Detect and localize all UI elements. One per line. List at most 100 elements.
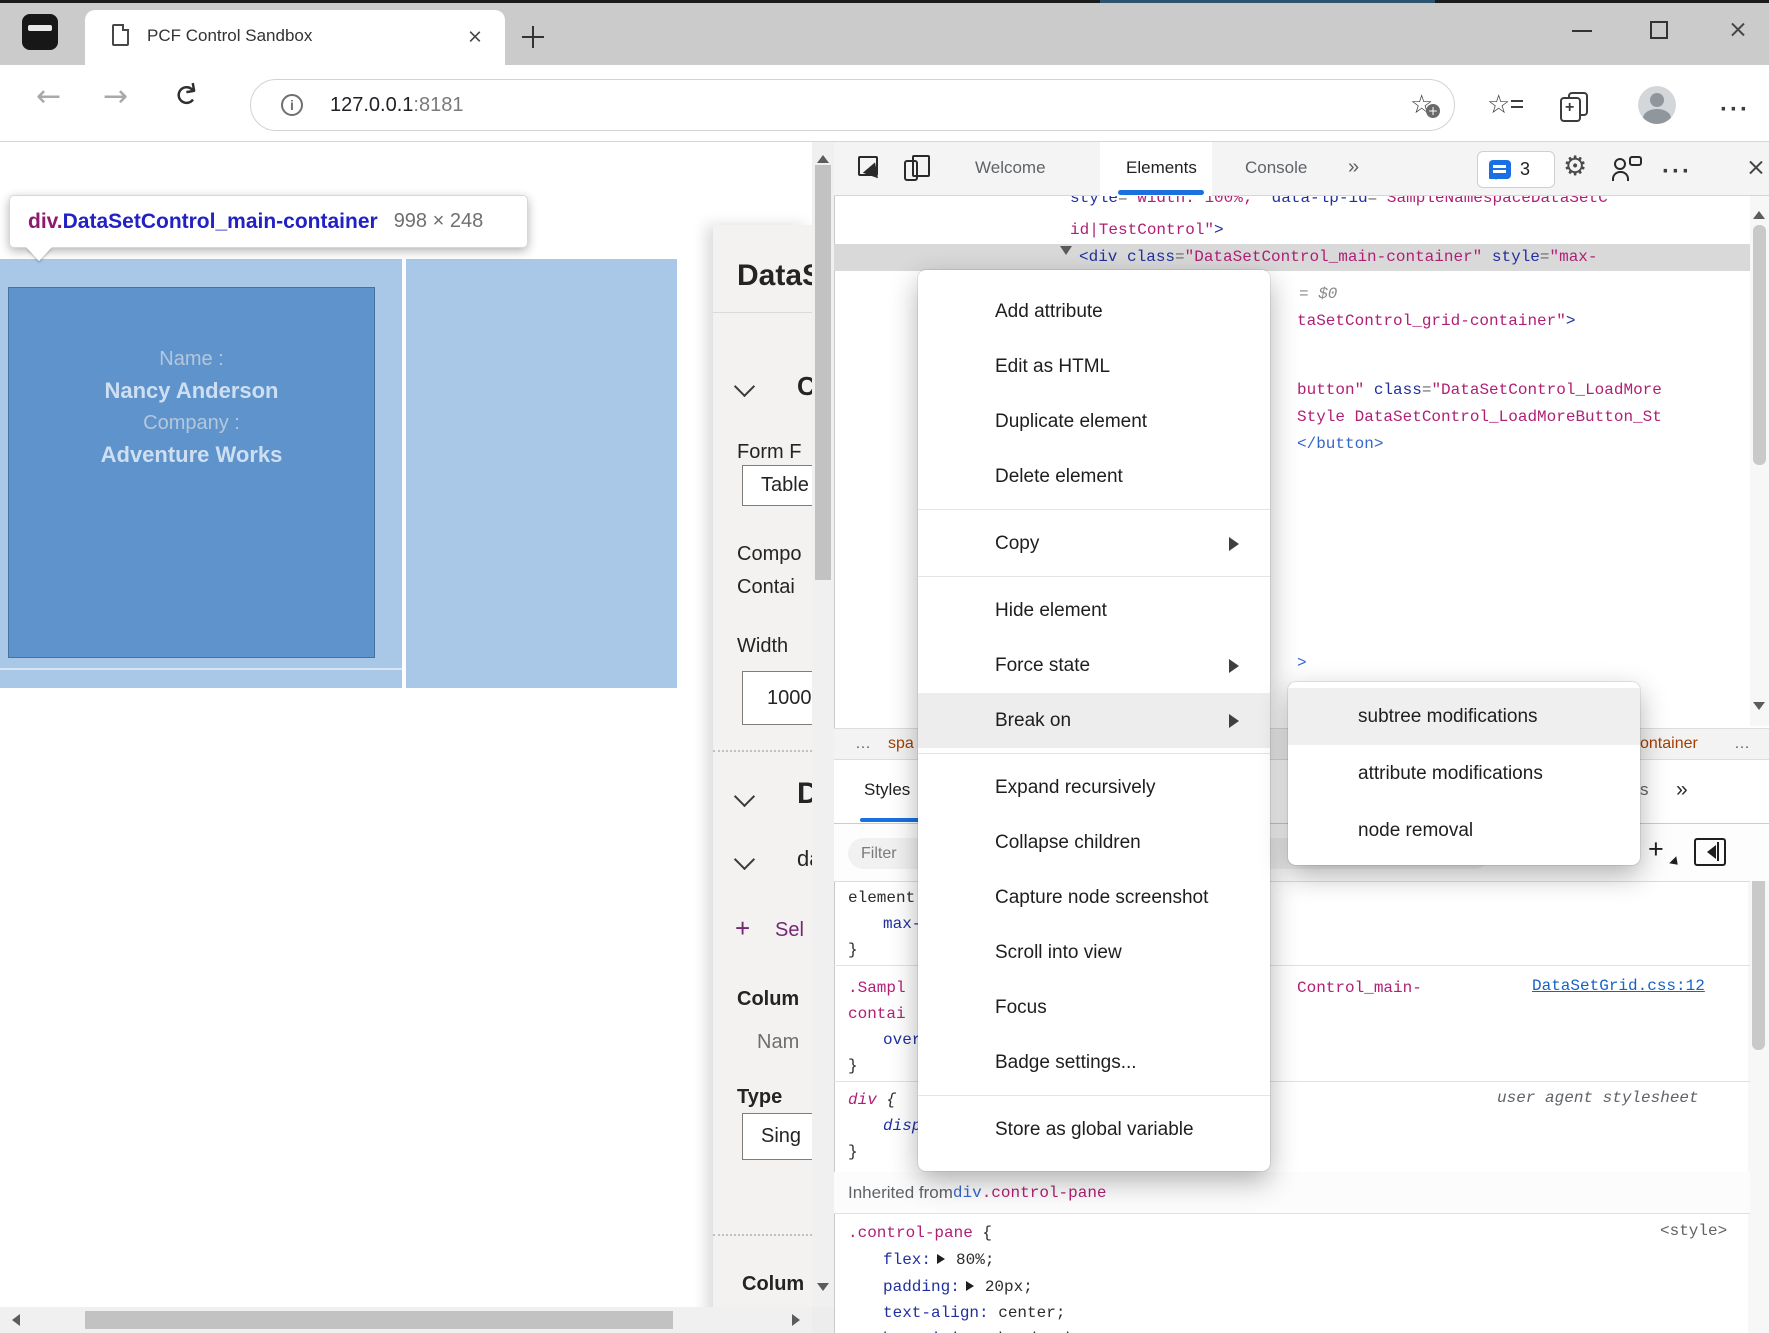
code-line[interactable]: id|TestControl"> [1070,217,1224,244]
forward-button[interactable]: → [103,82,128,112]
new-tab-button[interactable] [522,26,544,48]
chevron-down-icon[interactable] [734,376,755,397]
settings-gear-icon[interactable]: ⚙ [1563,153,1587,180]
tab-styles[interactable]: Styles [864,780,910,800]
control-pane-selector[interactable]: .control-pane { [848,1220,992,1247]
breadcrumb-item-right[interactable]: ontainer [1640,735,1698,753]
chevron-down-icon[interactable] [734,786,755,807]
form-factor-select[interactable]: Table [742,465,812,506]
add-icon[interactable]: + [735,913,750,944]
code-line[interactable]: Style DataSetControl_LoadMoreButton_St [1297,404,1662,431]
add-favorite-icon[interactable]: ☆+ [1410,92,1433,118]
css-property[interactable]: disp [883,1113,921,1140]
back-button[interactable]: ← [36,82,61,112]
element-style-rule[interactable]: element [848,885,915,912]
code-line[interactable]: taSetControl_grid-container"> [1297,308,1575,335]
scroll-left-arrow[interactable] [6,1314,20,1326]
tab-overflow-fragment[interactable]: s [1640,780,1649,800]
menu-item-delete-element[interactable]: Delete element [918,449,1270,504]
menu-item-node-removal[interactable]: node removal [1288,802,1640,859]
elements-scroll-up[interactable] [1753,205,1765,219]
css-declaration-text-align[interactable]: text-align: center; [883,1300,1065,1327]
devtools-menu-icon[interactable]: ··· [1662,158,1692,186]
scroll-right-arrow[interactable] [792,1314,806,1326]
menu-item-capture-node-screenshot[interactable]: Capture node screenshot [918,870,1270,925]
css-selector-fragment[interactable]: contai [848,1001,906,1028]
code-line[interactable]: > [1297,650,1307,677]
menu-item-scroll-into-view[interactable]: Scroll into view [918,925,1270,980]
device-toolbar-icon[interactable] [904,155,932,181]
menu-item-focus[interactable]: Focus [918,980,1270,1035]
menu-item-badge-settings[interactable]: Badge settings... [918,1035,1270,1090]
elements-scroll-down[interactable] [1753,702,1765,716]
new-style-rule-button[interactable]: + [1648,836,1664,863]
scroll-up-arrow[interactable] [817,149,829,163]
menu-item-add-attribute[interactable]: Add attribute [918,284,1270,339]
inherited-tag[interactable]: div [953,1184,982,1202]
menu-item-attribute-modifications[interactable]: attribute modifications [1288,745,1640,802]
horizontal-scroll-thumb[interactable] [85,1311,673,1329]
favorites-hub-icon[interactable]: ☆ [1487,92,1510,118]
css-selector-fragment-right[interactable]: Control_main- [1297,975,1422,1002]
browser-logo-icon[interactable] [22,14,58,50]
css-selector-fragment[interactable]: .Sampl [848,975,906,1002]
styles-more-tabs-icon[interactable]: » [1676,778,1688,802]
tab-console[interactable]: Console [1245,158,1307,178]
tab-welcome[interactable]: Welcome [975,158,1046,178]
window-maximize-button[interactable] [1650,21,1668,39]
profile-avatar[interactable] [1638,86,1676,124]
scroll-down-arrow[interactable] [817,1283,829,1297]
expand-shorthand-icon[interactable] [937,1254,950,1264]
menu-item-store-as-global-variable[interactable]: Store as global variable [918,1102,1270,1157]
collections-icon[interactable]: + [1560,92,1590,122]
more-tabs-icon[interactable]: » [1348,156,1359,179]
menu-item-break-on[interactable]: Break on [918,693,1270,748]
menu-item-force-state[interactable]: Force state [918,638,1270,693]
menu-item-edit-as-html[interactable]: Edit as HTML [918,339,1270,394]
menu-item-subtree-modifications[interactable]: subtree modifications [1288,688,1640,745]
breadcrumb-item-left[interactable]: spa [888,735,914,753]
site-info-icon[interactable]: i [281,94,303,116]
code-line-selected[interactable]: <div class="DataSetControl_main-containe… [1058,244,1598,271]
code-line[interactable]: button" class="DataSetControl_LoadMore [1297,377,1662,404]
breadcrumb-trail-ellipsis[interactable]: … [1734,735,1750,753]
vertical-scroll-thumb[interactable] [815,165,831,580]
tab-elements[interactable]: Elements [1126,158,1197,178]
toggle-sidebar-icon[interactable] [1694,838,1726,866]
inspect-element-icon[interactable] [858,156,884,182]
code-line[interactable]: </button> [1297,431,1383,458]
reload-button[interactable]: ↻ [168,80,202,110]
code-token: class [1364,381,1422,399]
css-declaration-padding[interactable]: padding:20px; [883,1274,1033,1301]
chevron-down-icon[interactable] [734,849,755,870]
type-select[interactable]: Sing [742,1113,812,1160]
record-card[interactable]: Name : Nancy Anderson Company : Adventur… [8,287,375,658]
tab-close-icon[interactable] [467,29,483,45]
css-declaration-flex[interactable]: flex:80%; [883,1247,994,1274]
div-rule-selector[interactable]: div { [848,1087,896,1114]
width-input[interactable]: 1000 [742,671,812,725]
window-minimize-button[interactable] [1572,30,1592,32]
css-declaration-box-sizing[interactable]: box-sizing: border-box; [883,1326,1104,1333]
menu-item-collapse-children[interactable]: Collapse children [918,815,1270,870]
menu-item-duplicate-element[interactable]: Duplicate element [918,394,1270,449]
select-link[interactable]: Sel [775,919,804,942]
feedback-icon[interactable] [1612,156,1642,182]
devtools-close-icon[interactable] [1746,158,1766,178]
browser-tab[interactable]: PCF Control Sandbox [85,10,505,65]
expand-shorthand-icon[interactable] [966,1281,979,1291]
menu-item-expand-recursively[interactable]: Expand recursively [918,760,1270,815]
stylesheet-link[interactable]: DataSetGrid.css:12 [1532,977,1705,995]
inherited-class[interactable]: .control-pane [982,1184,1107,1202]
url-text[interactable]: 127.0.0.1:8181 [330,94,463,117]
issues-counter[interactable]: 3 [1477,151,1555,188]
css-property[interactable]: max- [883,911,921,938]
breadcrumb-ellipsis[interactable]: … [855,735,871,753]
menu-item-copy[interactable]: Copy [918,516,1270,571]
menu-item-hide-element[interactable]: Hide element [918,583,1270,638]
styles-scroll-thumb[interactable] [1752,855,1765,1050]
elements-scroll-thumb[interactable] [1753,225,1766,465]
browser-menu-icon[interactable]: ··· [1720,96,1750,124]
css-property[interactable]: over [883,1027,921,1054]
window-close-button[interactable] [1728,20,1748,40]
